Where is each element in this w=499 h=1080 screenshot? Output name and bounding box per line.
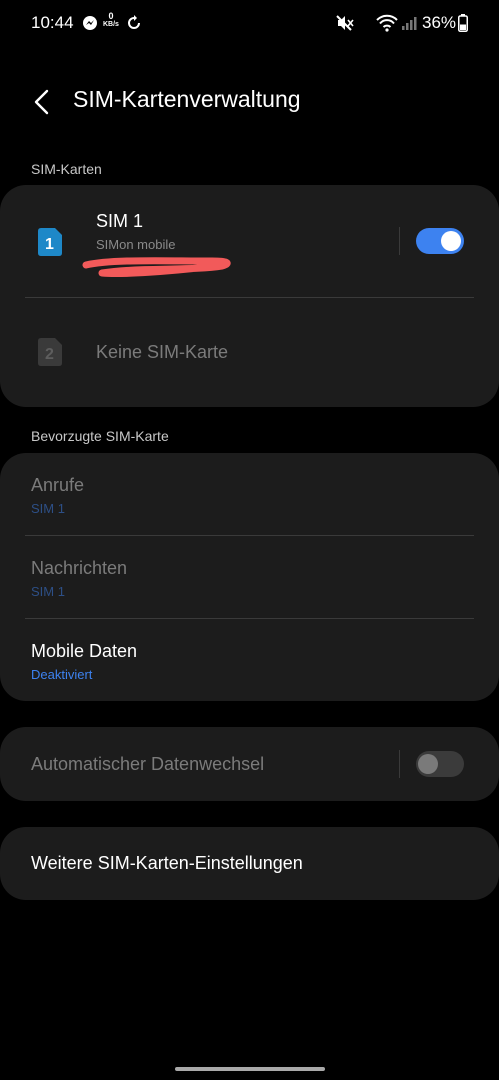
preferred-mobile-data-row[interactable]: Mobile Daten Deaktiviert <box>0 619 499 701</box>
sim2-title: Keine SIM-Karte <box>96 342 229 362</box>
network-speed-value: 0 <box>108 11 114 21</box>
preferred-messages-row[interactable]: Nachrichten SIM 1 <box>0 536 499 618</box>
preferred-sim-card: Anrufe SIM 1 Nachrichten SIM 1 Mobile Da… <box>0 453 499 701</box>
sim-cards-card: 1 SIM 1 SIMon mobile 2 Keine SIM-Karte <box>0 185 499 407</box>
back-arrow-icon <box>34 89 49 115</box>
redaction-scribble <box>82 257 236 279</box>
mobile-data-value: Deaktiviert <box>31 667 93 682</box>
sim1-toggle-knob <box>441 231 461 251</box>
sim1-toggle[interactable] <box>416 228 464 254</box>
home-indicator[interactable] <box>175 1067 325 1071</box>
page-title: SIM-Kartenverwaltung <box>73 86 301 112</box>
more-settings-label: Weitere SIM-Karten-Einstellungen <box>31 853 303 873</box>
mobile-data-title: Mobile Daten <box>31 641 138 661</box>
back-button[interactable] <box>22 82 62 122</box>
status-time: 10:44 <box>31 13 74 32</box>
sim2-badge-icon: 2 <box>36 337 63 367</box>
wifi-icon <box>376 13 398 33</box>
sim2-row: 2 Keine SIM-Karte <box>0 298 499 407</box>
sim1-row[interactable]: 1 SIM 1 SIMon mobile <box>0 185 499 297</box>
auto-switch-divider <box>399 750 400 778</box>
messages-title: Nachrichten <box>31 558 128 578</box>
auto-switch-label: Automatischer Datenwechsel <box>31 754 265 774</box>
sim1-carrier: SIMon mobile <box>96 237 176 252</box>
more-settings-card[interactable]: Weitere SIM-Karten-Einstellungen <box>0 827 499 900</box>
battery-icon <box>458 13 468 33</box>
calls-value: SIM 1 <box>31 501 65 516</box>
svg-text:1: 1 <box>45 236 54 253</box>
network-speed: 0 KB/s <box>103 12 119 29</box>
sync-icon <box>125 13 143 33</box>
sim1-divider <box>399 227 400 255</box>
network-speed-unit: KB/s <box>103 21 119 28</box>
signal-icon <box>401 13 417 33</box>
sim1-title: SIM 1 <box>96 211 144 231</box>
auto-switch-card[interactable]: Automatischer Datenwechsel <box>0 727 499 801</box>
mute-icon <box>335 13 355 33</box>
section-label-preferred-sim: Bevorzugte SIM-Karte <box>31 428 169 444</box>
messages-value: SIM 1 <box>31 584 65 599</box>
calls-title: Anrufe <box>31 475 85 495</box>
svg-text:2: 2 <box>45 346 54 363</box>
battery-percentage: 36% <box>422 13 457 32</box>
messenger-icon <box>82 13 98 33</box>
section-label-sim-cards: SIM-Karten <box>31 161 102 177</box>
auto-switch-toggle[interactable] <box>416 751 464 777</box>
sim1-badge-icon: 1 <box>36 227 63 257</box>
auto-switch-toggle-knob <box>418 754 438 774</box>
preferred-calls-row[interactable]: Anrufe SIM 1 <box>0 453 499 535</box>
